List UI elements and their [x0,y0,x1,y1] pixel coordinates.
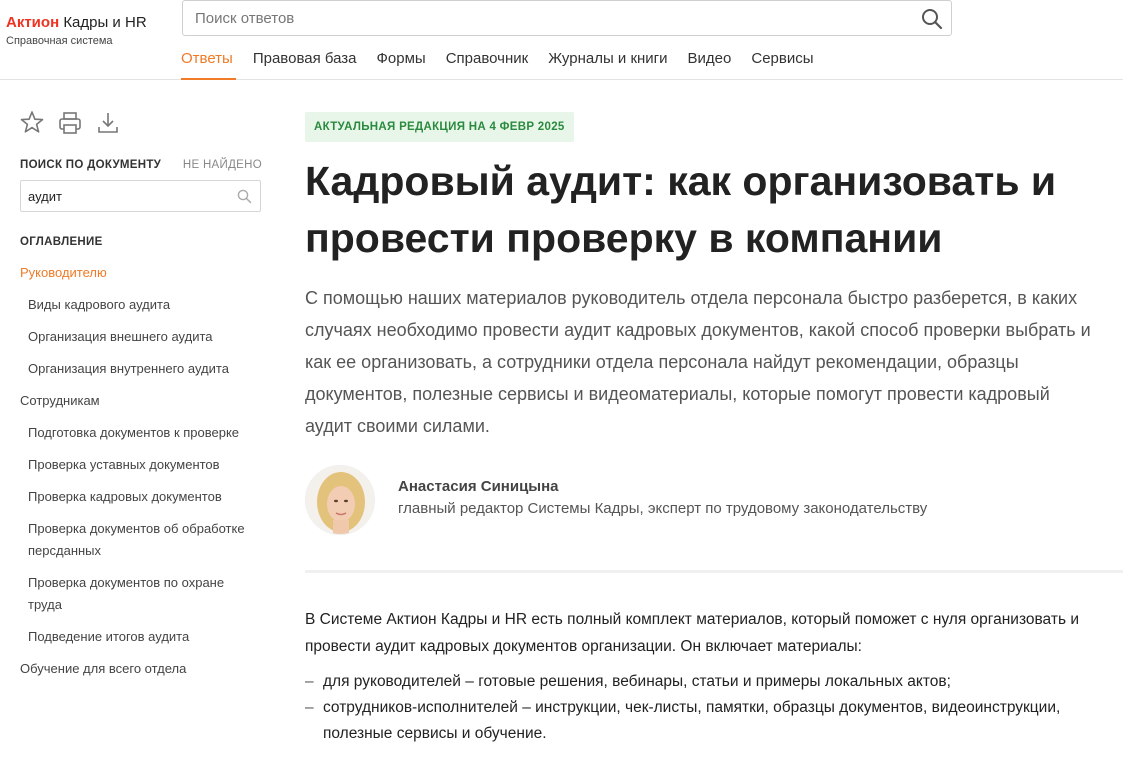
download-icon[interactable] [96,110,120,136]
logo-brand: Актион [6,14,60,31]
toc-item[interactable]: Виды кадрового аудита [20,294,260,316]
table-of-contents: Руководителю Виды кадрового аудита Орган… [20,262,260,690]
logo-subtitle: Справочная система [6,35,113,47]
star-icon[interactable] [20,110,44,136]
lead-paragraph: С помощью наших материалов руководитель … [305,288,1091,436]
toc-item[interactable]: Проверка уставных документов [20,454,260,476]
doc-search-title: ПОИСК ПО ДОКУМЕНТУ [20,159,162,171]
list-item-text: для руководителей – готовые решения, веб… [323,673,951,690]
nav-item-video[interactable]: Видео [688,50,732,67]
print-icon[interactable] [58,110,82,136]
header: Актион Кадры и HR Справочная система Отв… [0,0,1123,80]
materials-list: – для руководителей – готовые решения, ве… [305,669,1095,747]
nav-item-services[interactable]: Сервисы [751,50,813,67]
doc-search-header: ПОИСК ПО ДОКУМЕНТУ НЕ НАЙДЕНО [20,159,262,171]
body-paragraph: В Системе Актион Кадры и HR есть полный … [305,611,1079,655]
doc-search-input[interactable] [21,181,221,211]
nav-item-answers[interactable]: Ответы [181,50,233,67]
doc-search-box [20,180,261,212]
toc-item[interactable]: Организация внутреннего аудита [20,358,260,380]
toc-item[interactable]: Проверка документов об обработке персдан… [20,518,260,562]
document-tools [20,110,120,136]
author-name[interactable]: Анастасия Синицына [398,478,927,495]
nav-item-forms[interactable]: Формы [377,50,426,67]
list-item: – для руководителей – готовые решения, ве… [305,669,1095,695]
active-tab-underline [181,78,236,80]
logo-title: Актион Кадры и HR [6,14,147,31]
toc-item[interactable]: Сотрудникам [20,390,260,412]
nav-item-reference[interactable]: Справочник [446,50,529,67]
search-box [182,0,952,36]
dash-marker: – [305,673,314,690]
search-input[interactable] [183,1,883,35]
list-item-text: сотрудников-исполнителей – инструкции, ч… [323,699,1061,742]
not-found-label: НЕ НАЙДЕНО [182,159,262,171]
search-icon[interactable] [921,8,943,30]
edition-badge: АКТУАЛЬНАЯ РЕДАКЦИЯ НА 4 ФЕВР 2025 [305,112,574,142]
toc-item[interactable]: Проверка документов по охране труда [20,572,260,616]
dash-marker: – [305,699,314,716]
nav-item-journals[interactable]: Журналы и книги [548,50,667,67]
main-nav: Ответы Правовая база Формы Справочник Жу… [181,50,834,67]
author-info: Анастасия Синицына главный редактор Сист… [398,478,927,517]
nav-item-legal-base[interactable]: Правовая база [253,50,357,67]
divider [305,570,1123,573]
logo[interactable]: Актион Кадры и HR Справочная система [6,14,147,47]
logo-product: Кадры и HR [63,14,147,31]
avatar[interactable] [305,465,375,535]
list-item: – сотрудников-исполнителей – инструкции, … [305,695,1095,747]
toc-item[interactable]: Обучение для всего отдела [20,658,260,680]
toc-item[interactable]: Подготовка документов к проверке [20,422,260,444]
search-icon[interactable] [237,189,252,204]
toc-item[interactable]: Подведение итогов аудита [20,626,260,648]
author-role: главный редактор Системы Кадры, эксперт … [398,499,928,517]
page-title: Кадровый аудит: как организовать и прове… [305,158,1057,261]
toc-item[interactable]: Руководителю [20,262,260,284]
toc-item[interactable]: Организация внешнего аудита [20,326,260,348]
toc-title: ОГЛАВЛЕНИЕ [20,236,103,248]
author-block: Анастасия Синицына главный редактор Сист… [305,465,927,535]
toc-item[interactable]: Проверка кадровых документов [20,486,260,508]
